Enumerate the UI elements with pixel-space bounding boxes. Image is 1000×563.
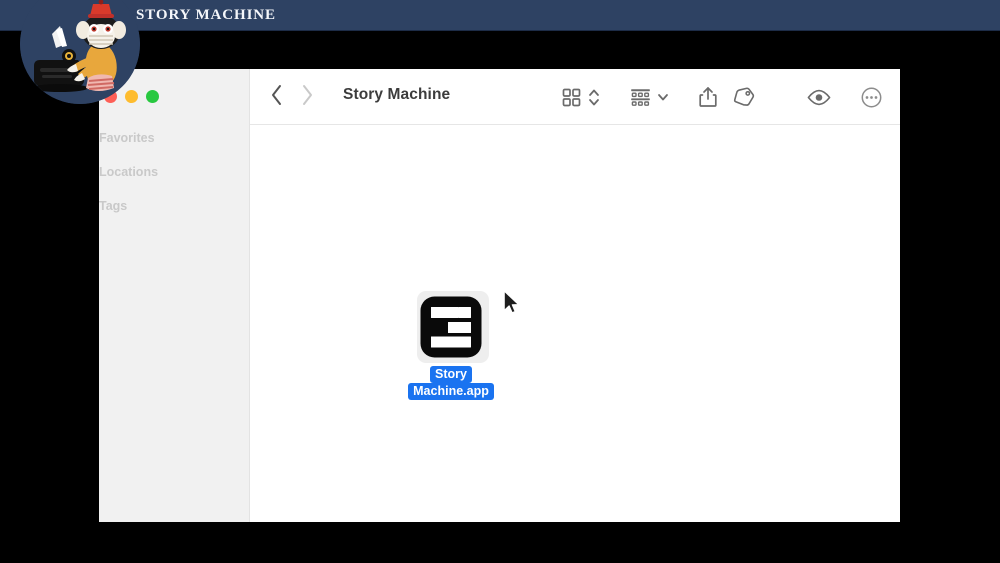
sidebar-sections: Favorites Locations Tags [99, 121, 250, 223]
sidebar-section-tags[interactable]: Tags [99, 189, 250, 223]
forward-button[interactable] [301, 84, 314, 106]
navigation-arrows [270, 84, 314, 106]
group-by-chevron-down-icon[interactable] [657, 82, 669, 112]
finder-content-pane: Story Machine [250, 69, 900, 522]
finder-path-title: Story Machine [343, 86, 450, 104]
screen: STORY MACHINE [0, 0, 1000, 563]
quick-look-eye-icon[interactable] [807, 82, 831, 112]
group-by-control[interactable] [630, 82, 669, 112]
view-mode-control[interactable] [562, 82, 600, 112]
toolbar-actions [562, 69, 900, 125]
story-machine-app-icon[interactable] [419, 295, 483, 359]
site-title: STORY MACHINE [136, 7, 276, 24]
view-mode-chevron-updown-icon[interactable] [588, 82, 600, 112]
file-browser-area[interactable]: Story Machine.app [250, 125, 900, 522]
file-name-line-2: Machine.app [408, 383, 494, 400]
more-options-icon[interactable] [861, 82, 882, 112]
finder-sidebar: Favorites Locations Tags [99, 69, 250, 522]
group-by-icon[interactable] [630, 82, 651, 112]
back-button[interactable] [270, 84, 283, 106]
file-name-label[interactable]: Story Machine.app [408, 366, 494, 400]
tag-icon[interactable] [733, 82, 755, 112]
grid-view-icon[interactable] [562, 82, 581, 112]
finder-toolbar: Story Machine [250, 69, 900, 125]
file-item-story-machine-app[interactable]: Story Machine.app [403, 291, 499, 400]
maximize-button[interactable] [146, 90, 159, 103]
share-icon[interactable] [699, 82, 717, 112]
finder-window: Favorites Locations Tags [99, 69, 900, 522]
minimize-button[interactable] [125, 90, 138, 103]
file-name-line-1: Story [430, 366, 472, 383]
site-header: STORY MACHINE [0, 0, 1000, 31]
sidebar-section-favorites[interactable]: Favorites [99, 121, 250, 155]
sidebar-section-locations[interactable]: Locations [99, 155, 250, 189]
